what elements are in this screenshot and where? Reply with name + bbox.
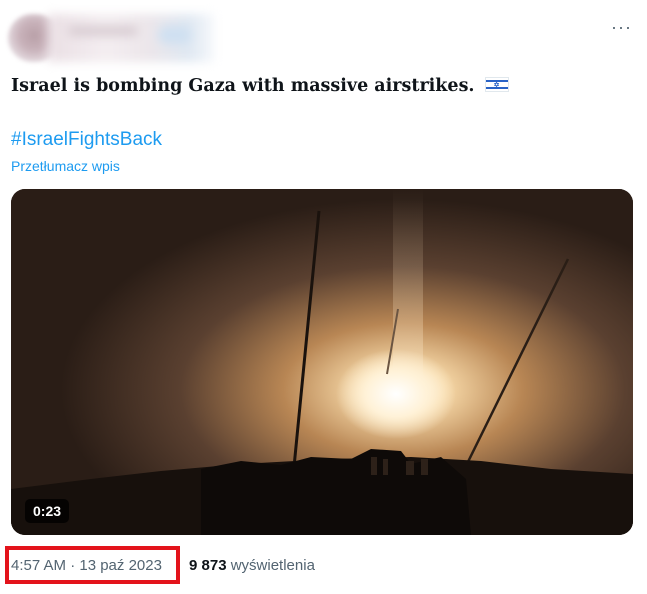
hashtag-link[interactable]: #IsraelFightsBack (11, 129, 162, 151)
blurred-badge (158, 26, 192, 44)
video-player[interactable]: 0:23 (11, 189, 633, 535)
views-number: 9 873 (189, 557, 227, 574)
tweet-text: Israel is bombing Gaza with massive airs… (11, 76, 509, 96)
view-count: 9 873 wyświetlenia (189, 557, 315, 574)
video-frame (11, 189, 633, 535)
more-horizontal-icon[interactable]: ··· (611, 18, 632, 36)
flag-stripe-bottom (485, 87, 508, 89)
views-label: wyświetlenia (230, 557, 315, 574)
tweet-header: ··· (8, 12, 638, 64)
timestamp-link[interactable]: 4:57 AM · 13 paź 2023 (11, 557, 162, 574)
israel-flag-icon: ✡ (484, 77, 509, 92)
blurred-name (68, 26, 138, 36)
tweet-text-content: Israel is bombing Gaza with massive airs… (11, 76, 475, 96)
translate-post-link[interactable]: Przetłumacz wpis (11, 158, 120, 174)
author-name-blurred[interactable] (48, 14, 214, 62)
video-duration-badge: 0:23 (25, 499, 70, 523)
